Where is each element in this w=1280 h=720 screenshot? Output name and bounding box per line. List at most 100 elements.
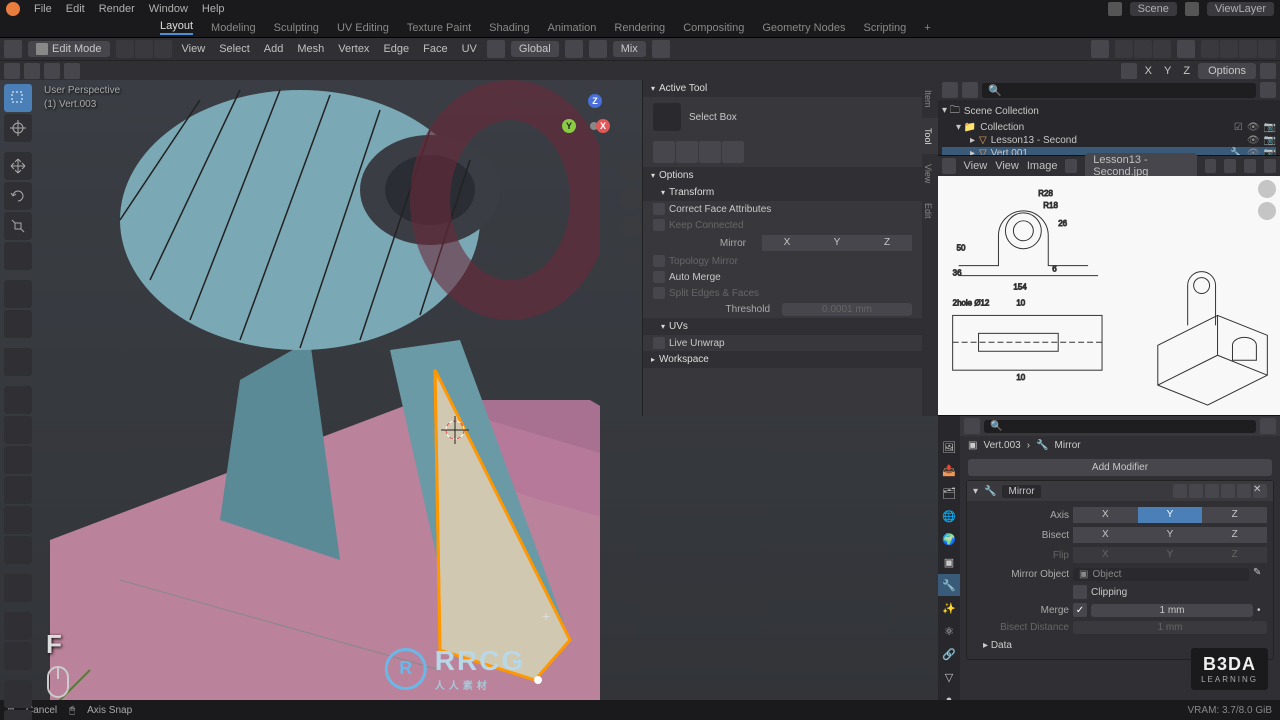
ptab-data[interactable]: ▽ — [938, 666, 960, 688]
ntab-tool[interactable]: Tool — [922, 118, 938, 155]
annotate-tool[interactable] — [4, 280, 32, 308]
bisect-x-btn[interactable]: X — [1073, 527, 1138, 543]
options-chevron-icon[interactable] — [1260, 63, 1276, 79]
axis-z-btn[interactable]: Z — [1202, 507, 1267, 523]
tab-animation[interactable]: Animation — [548, 22, 597, 34]
tab-uv[interactable]: UV Editing — [337, 22, 389, 34]
scene-field[interactable]: Scene — [1130, 2, 1177, 16]
ptab-object[interactable]: ▣ — [938, 551, 960, 573]
menu-file[interactable]: File — [34, 3, 52, 15]
shading-matprev-icon[interactable] — [1239, 40, 1257, 58]
menu-add[interactable]: Add — [260, 43, 288, 55]
drag-mode-1[interactable] — [653, 141, 675, 163]
props-pin-icon[interactable] — [1260, 418, 1276, 434]
ptab-viewlayer[interactable]: 🗂 — [938, 482, 960, 504]
edge-select-icon[interactable] — [135, 40, 153, 58]
menu-edge[interactable]: Edge — [379, 43, 413, 55]
img-close-icon[interactable] — [1264, 159, 1276, 173]
shading-render-icon[interactable] — [1258, 40, 1276, 58]
menu-vertex[interactable]: Vertex — [334, 43, 373, 55]
tab-rendering[interactable]: Rendering — [614, 22, 665, 34]
uvs-header[interactable]: UVs — [643, 318, 922, 335]
breadcrumb-obj[interactable]: Vert.003 — [983, 440, 1020, 451]
select-box-tool[interactable] — [4, 84, 32, 112]
render-icon[interactable]: 📷 — [1264, 135, 1276, 146]
menu-mesh[interactable]: Mesh — [293, 43, 328, 55]
img-link-icon[interactable] — [1065, 159, 1077, 173]
mod-render-icon[interactable] — [1205, 484, 1219, 498]
snap-icon[interactable] — [589, 40, 607, 58]
transform-tool[interactable] — [4, 242, 32, 270]
live-unwrap-check[interactable] — [653, 337, 665, 349]
selectmode4-icon[interactable] — [64, 63, 80, 79]
img-menu-image[interactable]: Image — [1027, 160, 1058, 172]
scale-tool[interactable] — [4, 212, 32, 240]
add-workspace-icon[interactable]: + — [924, 22, 930, 34]
mod-edit-icon[interactable] — [1173, 484, 1187, 498]
render-icon[interactable]: 📷 — [1264, 148, 1276, 156]
gizmo-icon[interactable] — [1134, 40, 1152, 58]
drag-mode-2[interactable] — [676, 141, 698, 163]
outliner-search[interactable]: 🔍 — [982, 83, 1256, 98]
disclosure-icon[interactable]: ▸ — [970, 135, 975, 146]
img-menu-view2[interactable]: View — [995, 160, 1019, 172]
img-btn3[interactable] — [1244, 159, 1256, 173]
extrude-tool[interactable] — [4, 386, 32, 414]
ptab-render[interactable]: 🖼 — [938, 436, 960, 458]
snap-dropdown[interactable]: Mix — [613, 41, 646, 57]
props-search[interactable]: 🔍 — [984, 420, 1256, 433]
disclosure-icon[interactable]: ▸ — [970, 148, 975, 156]
img-btn1[interactable] — [1205, 159, 1217, 173]
inset-tool[interactable] — [4, 416, 32, 444]
img-nav-1[interactable] — [1258, 180, 1276, 198]
axis-y[interactable]: Y — [1160, 65, 1175, 77]
camera-icon[interactable] — [620, 216, 642, 238]
outliner-item-0[interactable]: ▸▽ Lesson13 - Second 👁📷 — [942, 134, 1276, 147]
pivot-icon[interactable] — [565, 40, 583, 58]
img-btn2[interactable] — [1224, 159, 1236, 173]
active-tool-header[interactable]: Active Tool — [643, 80, 922, 97]
menu-edit[interactable]: Edit — [66, 3, 85, 15]
knife-tool[interactable] — [4, 506, 32, 534]
auto-merge-check[interactable] — [653, 271, 665, 283]
tab-geonodes[interactable]: Geometry Nodes — [762, 22, 845, 34]
props-type-icon[interactable] — [964, 418, 980, 434]
orientation-dropdown[interactable]: Global — [511, 41, 559, 57]
cursor-tool[interactable] — [4, 114, 32, 142]
mesh-edit-icon[interactable] — [1091, 40, 1109, 58]
ntab-item[interactable]: Item — [922, 80, 938, 118]
ptab-constraints[interactable]: 🔗 — [938, 643, 960, 665]
options-header[interactable]: Options — [643, 167, 922, 184]
menu-face[interactable]: Face — [419, 43, 451, 55]
transform-header[interactable]: Transform — [643, 184, 922, 201]
visibility-icon[interactable] — [1115, 40, 1133, 58]
axis-x-btn[interactable]: X — [1073, 507, 1138, 523]
shrink-tool[interactable] — [4, 680, 32, 708]
xray-icon[interactable] — [1177, 40, 1195, 58]
axis-z[interactable]: Z — [1179, 65, 1194, 77]
ptab-particles[interactable]: ✨ — [938, 597, 960, 619]
axis-lock-icon[interactable] — [1121, 63, 1137, 79]
tab-scripting[interactable]: Scripting — [863, 22, 906, 34]
tab-modeling[interactable]: Modeling — [211, 22, 256, 34]
mod-close-icon[interactable]: ✕ — [1253, 484, 1267, 498]
collection-row[interactable]: ▾ 📁 Collection ☑👁📷 — [942, 121, 1276, 134]
polybuild-tool[interactable] — [4, 536, 32, 564]
ptab-modifiers[interactable]: 🔧 — [938, 574, 960, 596]
smooth-tool[interactable] — [4, 612, 32, 640]
menu-uv[interactable]: UV — [458, 43, 481, 55]
breadcrumb-mod[interactable]: Mirror — [1055, 440, 1081, 451]
move-tool[interactable] — [4, 152, 32, 180]
merge-value[interactable]: 1 mm — [1091, 604, 1253, 617]
editor-type-icon[interactable] — [4, 40, 22, 58]
mod-dropdown-icon[interactable] — [1237, 484, 1251, 498]
exclude-check[interactable]: ☑ — [1234, 122, 1243, 133]
mirror-x[interactable]: X — [762, 235, 812, 251]
tab-texpaint[interactable]: Texture Paint — [407, 22, 471, 34]
rotate-tool[interactable] — [4, 182, 32, 210]
face-select-icon[interactable] — [154, 40, 172, 58]
gizmo-x[interactable]: X — [596, 119, 610, 133]
outliner-type-icon[interactable] — [942, 82, 958, 98]
eye-icon[interactable]: 👁 — [1247, 148, 1260, 156]
eye-icon[interactable]: 👁 — [1247, 135, 1260, 146]
